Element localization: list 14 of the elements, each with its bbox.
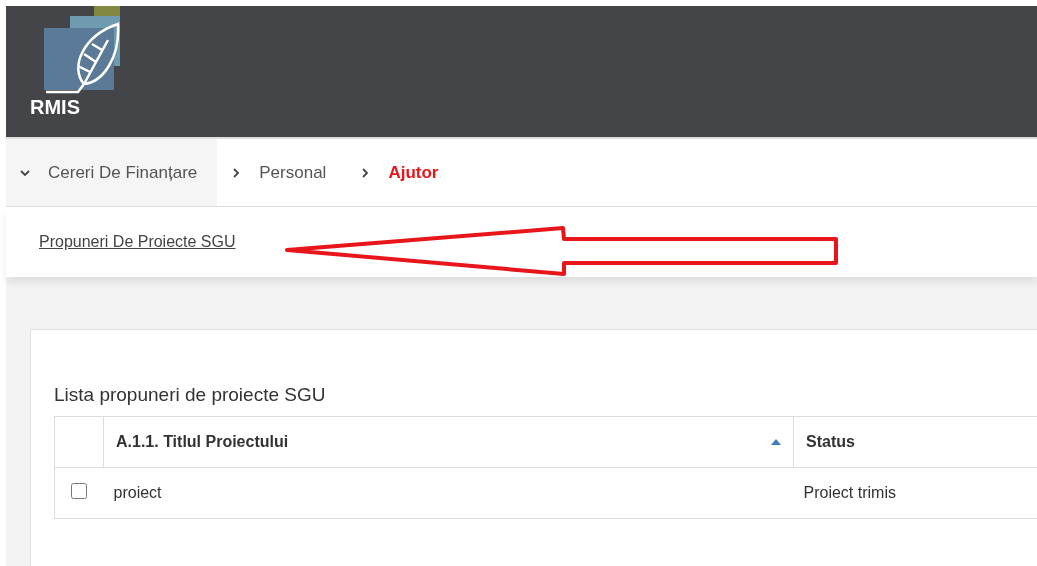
logo-text: RMIS (30, 96, 80, 119)
column-header[interactable]: A.1.1. Titlul Proiectului (103, 416, 794, 468)
column-header[interactable]: Status (793, 416, 1037, 468)
menu-tab[interactable]: Personal (217, 139, 347, 206)
panel-title: Lista propuneri de proiecte SGU (54, 384, 327, 406)
table-cell: proiect (103, 467, 794, 519)
chevron-icon (20, 167, 30, 178)
submenu-link[interactable]: Propuneri De Proiecte SGU (39, 233, 236, 251)
menu-tab[interactable]: Cereri De Finanțare (6, 139, 218, 206)
chevron-icon (360, 167, 371, 178)
table-cell: Proiect trimis (793, 467, 1037, 519)
menu-tab[interactable]: Ajutor (346, 139, 459, 206)
row-checkbox[interactable] (71, 483, 88, 499)
chevron-icon (231, 167, 242, 178)
